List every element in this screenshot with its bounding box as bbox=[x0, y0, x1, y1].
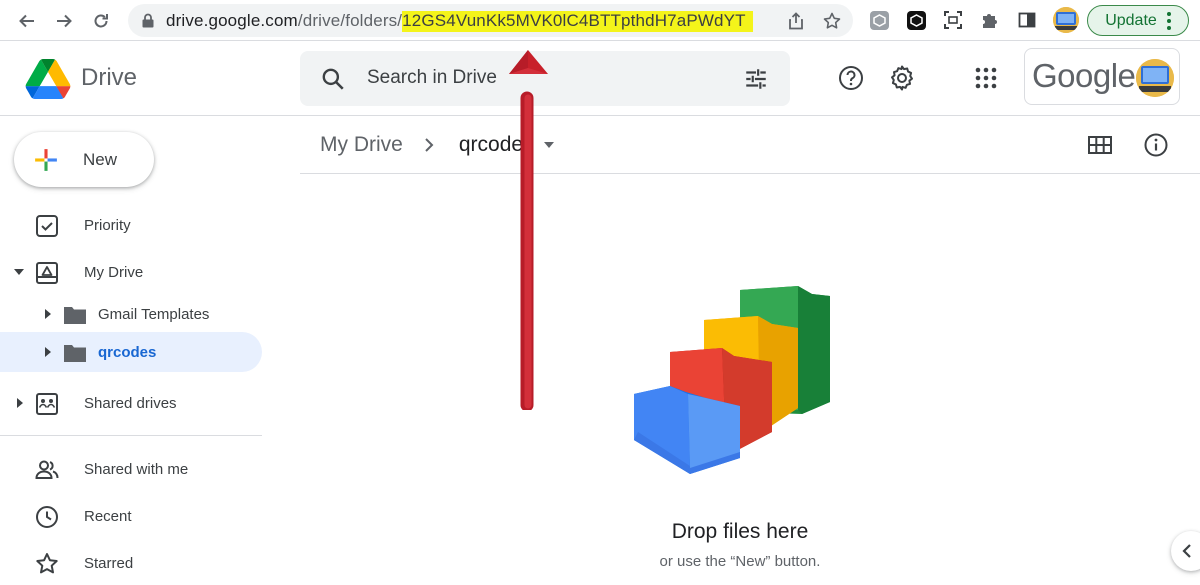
my-drive-icon bbox=[36, 262, 58, 284]
back-arrow-icon[interactable] bbox=[14, 8, 40, 34]
settings-gear-icon[interactable] bbox=[888, 64, 916, 92]
sidebar-item-label: My Drive bbox=[84, 264, 144, 281]
people-icon bbox=[35, 460, 59, 479]
update-button[interactable]: Update bbox=[1087, 5, 1189, 36]
update-label: Update bbox=[1105, 11, 1157, 29]
sidebar-item-label: Priority bbox=[84, 217, 131, 234]
chevron-left-icon bbox=[1182, 544, 1191, 558]
sidebar-item-my-drive[interactable]: My Drive bbox=[0, 252, 262, 292]
sidebar-item-gmail-templates[interactable]: Gmail Templates bbox=[0, 294, 262, 334]
folder-icon bbox=[64, 345, 86, 362]
info-icon[interactable] bbox=[1143, 132, 1169, 158]
sidebar-item-label: Recent bbox=[84, 508, 132, 525]
search-icon[interactable] bbox=[320, 66, 346, 92]
apps-grid-icon[interactable] bbox=[972, 64, 1000, 92]
new-button-label: New bbox=[83, 150, 118, 169]
sidebar-item-label: Shared drives bbox=[84, 395, 177, 412]
sidebar-item-shared-drives[interactable]: Shared drives bbox=[0, 383, 262, 423]
clock-icon bbox=[36, 506, 58, 528]
sidebar-item-label: Shared with me bbox=[84, 461, 189, 478]
priority-icon bbox=[36, 215, 58, 237]
new-button[interactable]: New bbox=[14, 132, 154, 187]
side-panel-icon[interactable] bbox=[1016, 9, 1038, 31]
sidebar-item-label: Starred bbox=[84, 555, 134, 572]
drive-header: Drive Search in Drive Google bbox=[0, 42, 1200, 116]
chevron-right-icon bbox=[425, 138, 434, 152]
help-icon[interactable] bbox=[837, 64, 865, 92]
google-wordmark: Google bbox=[1032, 57, 1136, 94]
sidebar-item-label: qrcodes bbox=[98, 344, 157, 361]
bookmark-star-icon[interactable] bbox=[822, 11, 842, 31]
empty-state-subtitle: or use the “New” button. bbox=[659, 553, 821, 570]
screenshot-icon[interactable] bbox=[942, 9, 964, 31]
address-bar[interactable]: drive.google.com/drive/folders/12GS4VunK… bbox=[128, 4, 853, 37]
folder-icon bbox=[64, 307, 86, 324]
shared-drives-icon bbox=[36, 393, 58, 415]
url-folder-id-highlight: 12GS4VunKk5MVK0lC4BTTpthdH7aPWdYT bbox=[402, 11, 753, 32]
sidebar-item-shared-with-me[interactable]: Shared with me bbox=[0, 449, 262, 489]
lock-icon[interactable] bbox=[141, 13, 155, 28]
extension-icon[interactable] bbox=[868, 9, 890, 31]
sidebar-item-starred[interactable]: Starred bbox=[0, 543, 262, 583]
account-avatar[interactable] bbox=[1136, 59, 1174, 97]
empty-state-title: Drop files here bbox=[671, 520, 809, 543]
sidebar-item-priority[interactable]: Priority bbox=[0, 205, 262, 245]
forward-arrow-icon[interactable] bbox=[51, 8, 77, 34]
main-divider bbox=[300, 173, 1200, 174]
sidebar-divider bbox=[0, 435, 262, 436]
sidebar-item-label: Gmail Templates bbox=[98, 306, 210, 323]
search-options-icon[interactable] bbox=[743, 66, 769, 92]
profile-avatar[interactable] bbox=[1053, 7, 1079, 33]
side-panel-toggle-button[interactable] bbox=[1171, 531, 1200, 571]
sidebar-item-qrcodes[interactable]: qrcodes bbox=[0, 332, 262, 372]
account-switcher[interactable]: Google bbox=[1024, 48, 1180, 105]
extension-icon[interactable] bbox=[905, 9, 927, 31]
puzzle-icon[interactable] bbox=[979, 9, 1001, 31]
app-title: Drive bbox=[81, 64, 138, 91]
caret-down-icon[interactable] bbox=[13, 267, 25, 277]
url-text[interactable]: drive.google.com/drive/folders/12GS4VunK… bbox=[166, 11, 753, 32]
caret-right-icon[interactable] bbox=[43, 346, 53, 358]
plus-icon bbox=[35, 149, 57, 171]
reload-icon[interactable] bbox=[88, 8, 114, 34]
share-icon[interactable] bbox=[786, 11, 806, 31]
url-host: drive.google.com bbox=[166, 11, 298, 30]
drop-files-illustration bbox=[634, 286, 830, 474]
caret-right-icon[interactable] bbox=[43, 308, 53, 320]
browser-toolbar: drive.google.com/drive/folders/12GS4VunK… bbox=[0, 0, 1200, 41]
breadcrumb-my-drive[interactable]: My Drive bbox=[320, 133, 403, 157]
annotation-arrow bbox=[509, 50, 548, 410]
star-icon bbox=[36, 553, 58, 574]
drive-logo-icon[interactable] bbox=[25, 59, 71, 99]
sidebar-item-recent[interactable]: Recent bbox=[0, 496, 262, 536]
grid-view-icon[interactable] bbox=[1087, 132, 1113, 158]
url-path: /drive/folders/ bbox=[297, 11, 403, 30]
caret-right-icon[interactable] bbox=[15, 397, 25, 409]
search-placeholder: Search in Drive bbox=[367, 67, 497, 88]
more-menu-icon bbox=[1166, 11, 1171, 30]
